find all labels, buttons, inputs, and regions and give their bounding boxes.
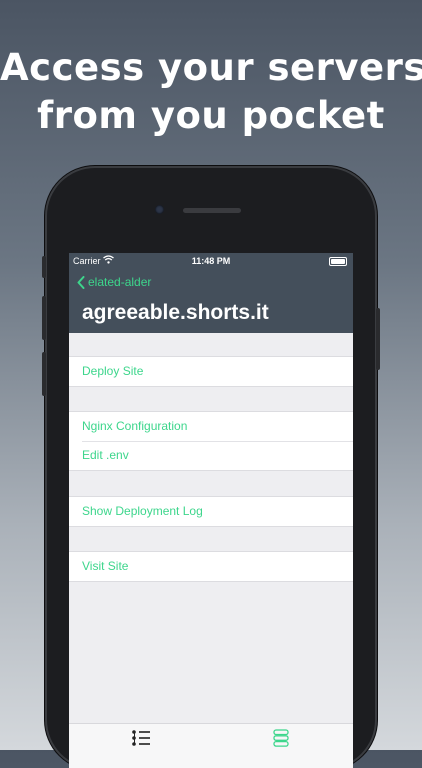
deploy-site-item[interactable]: Deploy Site xyxy=(69,357,353,386)
mute-switch xyxy=(42,256,46,278)
servers-icon xyxy=(273,729,289,747)
visit-site-item[interactable]: Visit Site xyxy=(69,552,353,581)
tab-bar xyxy=(69,723,353,768)
earpiece-speaker xyxy=(183,208,241,213)
tab-list[interactable] xyxy=(131,729,151,752)
headline-line-1: Access your servers xyxy=(0,46,422,89)
chevron-left-icon xyxy=(77,275,85,289)
config-group: Nginx Configuration Edit .env xyxy=(69,411,353,471)
edit-env-item[interactable]: Edit .env xyxy=(69,441,353,470)
deploy-group: Deploy Site xyxy=(69,356,353,387)
back-button-label: elated-alder xyxy=(88,275,152,289)
nginx-configuration-item[interactable]: Nginx Configuration xyxy=(69,412,353,441)
navigation-bar: Carrier 11:48 PM elated-alder agreeable.… xyxy=(69,253,353,333)
headline: Access your servers from you pocket xyxy=(0,44,422,140)
power-button xyxy=(376,308,380,370)
front-camera xyxy=(155,205,164,214)
visit-group: Visit Site xyxy=(69,551,353,582)
page-title: agreeable.shorts.it xyxy=(82,301,269,324)
log-group: Show Deployment Log xyxy=(69,496,353,527)
phone-frame: Carrier 11:48 PM elated-alder agreeable.… xyxy=(42,168,380,768)
phone-screen: Carrier 11:48 PM elated-alder agreeable.… xyxy=(69,253,353,768)
volume-up-button xyxy=(42,296,46,340)
status-bar: Carrier 11:48 PM xyxy=(69,253,353,267)
list-icon xyxy=(132,730,150,746)
headline-line-2: from you pocket xyxy=(37,94,385,137)
status-time: 11:48 PM xyxy=(191,256,231,266)
tab-servers[interactable] xyxy=(273,729,289,752)
battery-icon xyxy=(329,257,347,266)
volume-down-button xyxy=(42,352,46,396)
show-deployment-log-item[interactable]: Show Deployment Log xyxy=(69,497,353,526)
back-button[interactable]: elated-alder xyxy=(77,275,151,289)
